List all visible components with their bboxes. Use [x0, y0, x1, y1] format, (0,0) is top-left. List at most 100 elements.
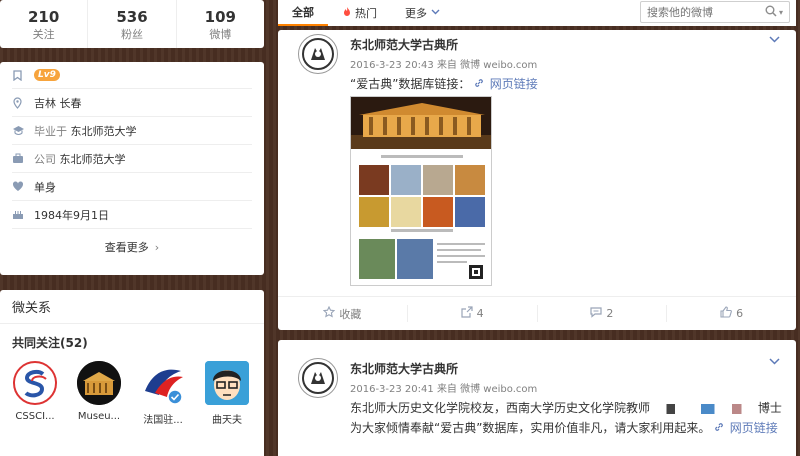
avatar-name: Museu...	[77, 411, 121, 422]
stat-following-count: 210	[28, 7, 60, 26]
tab-hot-label: 热门	[355, 7, 377, 20]
avatar-item[interactable]: Museu...	[76, 361, 122, 426]
classical-institute-seal-icon	[302, 362, 334, 394]
web-link[interactable]: 网页链接	[714, 421, 778, 435]
comment-count: 2	[606, 307, 614, 320]
cake-icon	[12, 209, 32, 220]
author-avatar[interactable]	[298, 358, 338, 398]
tab-all[interactable]: 全部	[278, 0, 328, 26]
post-menu-chevron-icon[interactable]	[769, 354, 780, 368]
post-image-thumbnail[interactable]	[350, 96, 492, 286]
favorite-label: 收藏	[339, 307, 362, 321]
feed-tabs-bar: 全部 热门 更多 ▾	[278, 0, 796, 26]
cssci-logo-avatar	[13, 361, 57, 405]
info-birthday-row: 1984年9月1日	[12, 201, 252, 229]
tab-more[interactable]: 更多	[391, 0, 454, 26]
bookmark-icon	[12, 69, 32, 81]
stat-posts[interactable]: 109 微博	[177, 0, 264, 48]
comment-button[interactable]: 2	[538, 305, 668, 322]
common-follow-heading[interactable]: 共同关注(52)	[0, 334, 264, 351]
education-prefix: 毕业于	[34, 124, 67, 138]
heart-icon	[12, 181, 32, 192]
tab-all-label: 全部	[292, 6, 314, 19]
chevron-right-icon: ›	[154, 240, 160, 254]
repost-count: 4	[476, 307, 484, 320]
post-action-bar: 收藏 4 2 6	[278, 296, 796, 330]
company-prefix: 公司	[34, 152, 56, 166]
like-count: 6	[736, 307, 744, 320]
post-text-body: 东北师大历史文化学院校友，西南大学历史文化学院教师	[350, 401, 651, 415]
birthday-text: 1984年9月1日	[34, 208, 109, 222]
profile-stats: 210 关注 536 粉丝 109 微博	[0, 0, 264, 48]
info-location-row: 吉林 长春	[12, 89, 252, 117]
education-school-link[interactable]: 东北师范大学	[71, 125, 137, 138]
comment-icon	[590, 306, 602, 321]
author-avatar[interactable]	[298, 34, 338, 74]
post-text-body: “爱古典”数据库链接：	[350, 77, 471, 91]
post-text: “爱古典”数据库链接： 网页链接	[350, 74, 780, 95]
graduation-cap-icon	[12, 125, 32, 136]
weibo-post: 东北师范大学古典所 2016-3-23 20:43 来自 微博 weibo.co…	[278, 30, 796, 330]
weibo-post: 东北师范大学古典所 2016-3-23 20:41 来自 微博 weibo.co…	[278, 340, 796, 456]
search-icon[interactable]	[765, 5, 777, 20]
repost-icon	[461, 306, 473, 321]
post-source: 来自 微博 weibo.com	[436, 384, 538, 395]
location-text: 吉林 长春	[34, 96, 82, 110]
post-menu-chevron-icon[interactable]	[769, 32, 780, 46]
stat-posts-count: 109	[204, 7, 236, 26]
weibo-search-input[interactable]	[647, 5, 757, 19]
post-time[interactable]: 2016-3-23 20:41	[350, 384, 434, 395]
classical-institute-seal-icon	[302, 38, 334, 70]
stat-followers-count: 536	[116, 7, 148, 26]
info-company-row: 公司 东北师范大学	[12, 145, 252, 173]
link-icon	[714, 422, 728, 435]
avatar-name: 法国驻...	[143, 415, 183, 426]
chevron-down-icon[interactable]: ▾	[779, 8, 783, 17]
see-more-label: 查看更多	[104, 241, 149, 254]
common-follow-list: CSSCI... Museu... 法国驻... 曲天夫	[0, 351, 264, 426]
company-link[interactable]: 东北师范大学	[60, 153, 126, 166]
favorite-button[interactable]: 收藏	[278, 305, 408, 322]
museum-avatar	[77, 361, 121, 405]
like-button[interactable]: 6	[667, 305, 796, 322]
link-icon	[474, 78, 488, 91]
cartoon-boy-avatar	[205, 361, 249, 405]
tab-more-label: 更多	[405, 7, 427, 20]
thumbs-up-icon	[720, 306, 733, 321]
avatar-item[interactable]: 曲天夫	[204, 361, 250, 426]
stat-following-label: 关注	[32, 27, 55, 41]
post-source: 来自 微博 weibo.com	[436, 60, 538, 71]
location-pin-icon	[12, 96, 32, 109]
post-author-name[interactable]: 东北师范大学古典所	[350, 36, 458, 53]
repost-button[interactable]: 4	[408, 305, 538, 322]
avatar-item[interactable]: 法国驻...	[140, 361, 186, 426]
info-education-row: 毕业于 东北师范大学	[12, 117, 252, 145]
briefcase-icon	[12, 153, 32, 164]
avatar-name: 曲天夫	[212, 415, 242, 426]
stat-following[interactable]: 210 关注	[0, 0, 89, 48]
tab-hot[interactable]: 热门	[328, 0, 391, 26]
post-meta: 2016-3-23 20:41 来自 微博 weibo.com	[350, 380, 537, 395]
level-badge[interactable]: Lv9	[34, 69, 60, 81]
post-meta: 2016-3-23 20:43 来自 微博 weibo.com	[350, 56, 537, 71]
post-time[interactable]: 2016-3-23 20:43	[350, 60, 434, 71]
stat-followers[interactable]: 536 粉丝	[88, 0, 177, 48]
post-author-name[interactable]: 东北师范大学古典所	[350, 360, 458, 377]
france-consulate-avatar	[141, 361, 185, 405]
fire-icon	[342, 6, 352, 20]
see-more-link[interactable]: 查看更多 ›	[0, 229, 264, 265]
relations-card: 微关系 共同关注(52) CSSCI... Museu... 法国驻... 曲天…	[0, 290, 264, 456]
profile-info-card: Lv9 吉林 长春 毕业于 东北师范大学 公司 东北师范大学 单身 1984年9…	[0, 62, 264, 275]
web-link[interactable]: 网页链接	[474, 77, 538, 91]
post-text: 东北师大历史文化学院校友，西南大学历史文化学院教师 博士为大家倾情奉献“爱古典”…	[350, 398, 782, 439]
stat-followers-label: 粉丝	[120, 27, 143, 41]
relations-title: 微关系	[0, 290, 264, 324]
weibo-search-box: ▾	[640, 1, 790, 23]
stat-posts-label: 微博	[209, 27, 232, 41]
web-link-label: 网页链接	[729, 421, 778, 435]
star-icon	[323, 305, 336, 321]
avatar-name: CSSCI...	[15, 411, 55, 422]
chevron-down-icon	[431, 8, 440, 18]
relationship-text: 单身	[34, 180, 56, 194]
avatar-item[interactable]: CSSCI...	[12, 361, 58, 426]
